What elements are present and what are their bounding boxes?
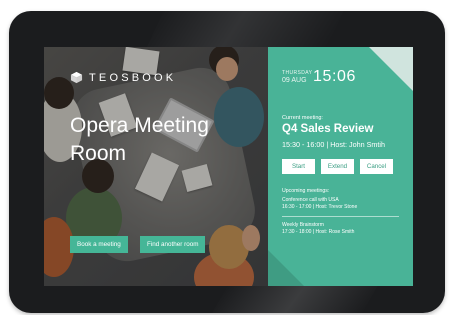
upcoming-meetings-label: Upcoming meetings: xyxy=(282,188,330,194)
room-title-line-2: Room xyxy=(70,142,127,165)
upcoming-meeting-item: Weekly Brainstorm 17:30 - 18:00 | Host: … xyxy=(282,222,354,236)
brand-name: TEOSBOOK xyxy=(89,71,177,84)
current-meeting-details: 15:30 - 16:00 | Host: John Smtih xyxy=(282,140,385,149)
start-button[interactable]: Start xyxy=(282,159,315,174)
room-title: Opera Meeting Room xyxy=(70,112,260,168)
upcoming-divider xyxy=(282,216,399,217)
bezel-reflection xyxy=(145,11,353,51)
tablet-screen: TEOSBOOK Opera Meeting Room Book a meeti… xyxy=(44,47,413,286)
upcoming-meeting-title: Weekly Brainstorm xyxy=(282,222,324,228)
extend-button[interactable]: Extend xyxy=(321,159,354,174)
current-meeting-title: Q4 Sales Review xyxy=(282,123,374,135)
date: 09 AUG xyxy=(282,77,307,84)
cube-logo-icon xyxy=(70,71,83,84)
upcoming-meeting-title: Conference call with USA xyxy=(282,197,339,203)
cancel-button[interactable]: Cancel xyxy=(360,159,393,174)
book-meeting-button[interactable]: Book a meeting xyxy=(70,236,128,253)
upcoming-meeting-item: Conference call with USA 16:30 - 17:00 |… xyxy=(282,197,357,211)
find-another-room-button[interactable]: Find another room xyxy=(140,236,206,253)
clock: 15:06 xyxy=(313,68,357,85)
meeting-info-panel: THURSDAY 09 AUG 15:06 Current meeting: Q… xyxy=(268,47,413,286)
panel-corner-decoration-bottom xyxy=(268,250,304,286)
current-meeting-label: Current meeting: xyxy=(282,115,323,121)
brand: TEOSBOOK xyxy=(70,71,176,84)
room-title-line-1: Opera Meeting xyxy=(70,114,209,137)
upcoming-meeting-details: 17:30 - 18:00 | Host: Rose Smith xyxy=(282,229,355,235)
panel-corner-decoration xyxy=(369,47,413,91)
date-block: THURSDAY 09 AUG xyxy=(282,70,312,85)
upcoming-meeting-details: 16:30 - 17:00 | Host: Trevor Stone xyxy=(282,204,358,210)
